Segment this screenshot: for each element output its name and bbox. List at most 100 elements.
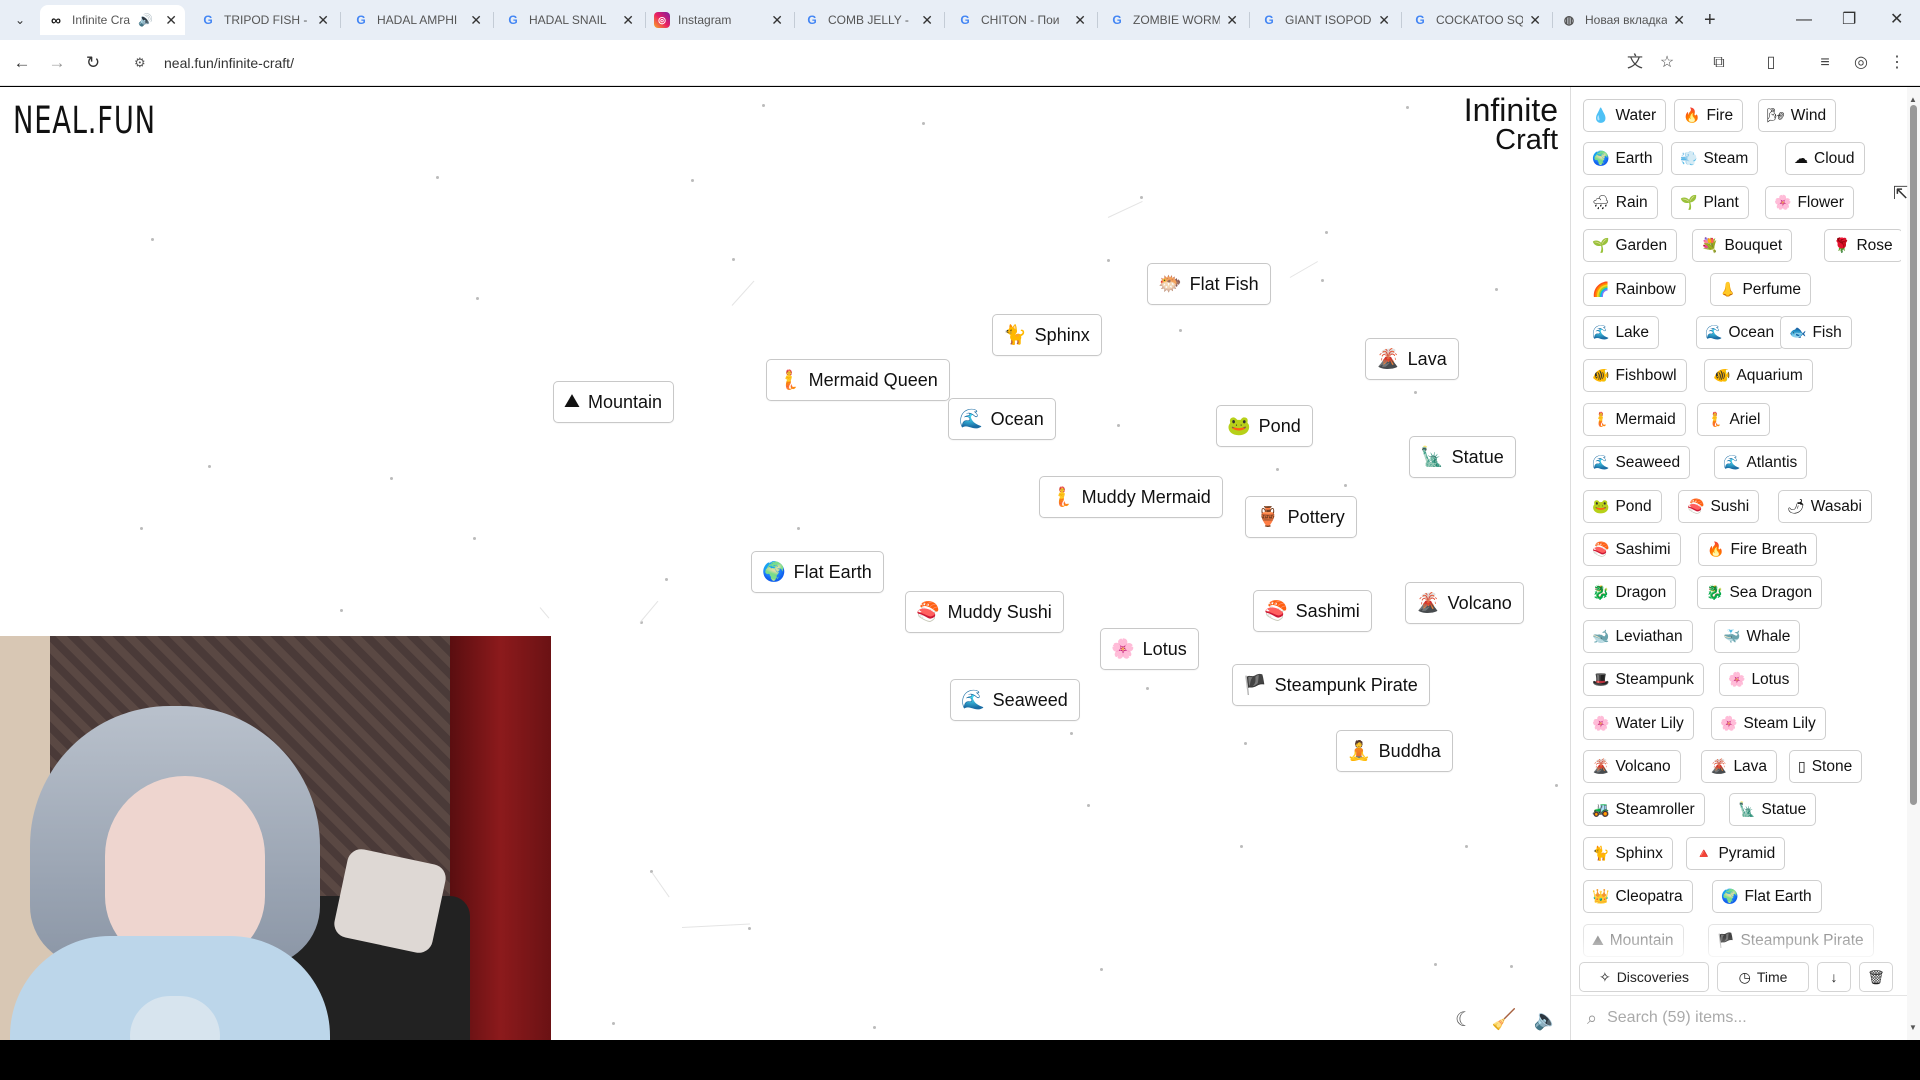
forward-arrow-icon[interactable]: → [44, 50, 70, 76]
canvas-element[interactable]: 🏴 Steampunk Pirate [1232, 664, 1430, 706]
minimize-icon[interactable]: — [1796, 8, 1812, 32]
search-input[interactable] [1607, 1009, 1858, 1027]
sidebar-item[interactable]: 🔥 Fire Breath [1698, 533, 1818, 566]
scroll-up-icon[interactable]: ▲ [1909, 95, 1917, 104]
profile-icon[interactable]: ◎ [1850, 52, 1872, 74]
sidebar-item[interactable]: 🌋 Volcano [1583, 750, 1681, 783]
sidebar-scrollbar[interactable]: ▲ ▼ [1907, 87, 1920, 1040]
sidebar-item[interactable]: 🍣 Sashimi [1583, 533, 1681, 566]
sidebar-item[interactable]: 🌱 Plant [1671, 186, 1749, 219]
media-queue-icon[interactable]: ≡ [1814, 52, 1836, 74]
canvas-element[interactable]: 🌍 Flat Earth [751, 551, 884, 593]
sidebar-item[interactable]: 🐸 Pond [1583, 490, 1662, 523]
sidebar-item[interactable]: 💐 Bouquet [1692, 229, 1793, 262]
canvas-element[interactable]: 🍣 Sashimi [1253, 590, 1372, 632]
close-window-icon[interactable]: ✕ [1890, 8, 1903, 32]
sidebar-item[interactable]: 🌶 Wasabi [1778, 490, 1872, 523]
clear-broom-icon[interactable]: 🧹 [1490, 1007, 1518, 1033]
sidebar-item[interactable]: 🧜 Mermaid [1583, 403, 1686, 436]
canvas-element[interactable]: 🌊 Ocean [948, 398, 1056, 440]
browser-tab[interactable]: ∞ Infinite Cra 🔊 ✕ [40, 5, 185, 35]
sort-time-button[interactable]: ◷ Time [1717, 962, 1809, 992]
canvas-element[interactable]: 🌸 Lotus [1100, 628, 1199, 670]
bookmark-star-icon[interactable]: ☆ [1656, 52, 1678, 74]
tab-close-icon[interactable]: ✕ [1378, 12, 1390, 29]
new-tab-button[interactable]: + [1704, 8, 1716, 32]
canvas-element[interactable]: 🌋 Lava [1365, 338, 1459, 380]
tab-close-icon[interactable]: ✕ [317, 12, 329, 29]
tab-close-icon[interactable]: ✕ [921, 12, 933, 29]
translate-icon[interactable]: 文 [1624, 52, 1646, 74]
tab-search-chevron-icon[interactable]: ⌄ [8, 8, 32, 32]
canvas-element[interactable]: 🌋 Volcano [1405, 582, 1524, 624]
canvas-element[interactable]: 🏺 Pottery [1245, 496, 1357, 538]
browser-tab[interactable]: ◍ Новая вкладка ✕ [1553, 5, 1693, 35]
sidebar-item[interactable]: 🔥 Fire [1674, 99, 1744, 132]
sidebar-item[interactable]: 🚜 Steamroller [1583, 793, 1705, 826]
dark-mode-moon-icon[interactable]: ☾ [1450, 1007, 1478, 1033]
sidebar-item[interactable]: ☁ Cloud [1785, 142, 1865, 175]
sidebar-item[interactable]: 🔺 Pyramid [1686, 837, 1786, 870]
tab-audio-icon[interactable]: 🔊 [138, 13, 153, 27]
sidebar-item[interactable]: 💨 Steam [1671, 142, 1759, 175]
canvas-element[interactable]: 🧘 Buddha [1336, 730, 1453, 772]
sidebar-item[interactable]: 🎩 Steampunk [1583, 663, 1704, 696]
tab-close-icon[interactable]: ✕ [771, 12, 783, 29]
canvas-element[interactable]: 🍣 Muddy Sushi [905, 591, 1064, 633]
sidebar-item[interactable]: 🌊 Lake [1583, 316, 1660, 349]
sidebar-item[interactable]: 🧜 Ariel [1697, 403, 1771, 436]
tab-close-icon[interactable]: ✕ [1673, 12, 1685, 29]
menu-kebab-icon[interactable]: ⋮ [1886, 52, 1908, 74]
sidebar-item[interactable]: 🐠 Aquarium [1704, 359, 1813, 392]
tab-close-icon[interactable]: ✕ [165, 12, 177, 29]
sidebar-item[interactable]: 🐠 Fishbowl [1583, 359, 1687, 392]
neal-fun-logo[interactable]: NEAL.FUN [13, 99, 156, 142]
browser-tab[interactable]: G TRIPOD FISH - ✕ [192, 5, 337, 35]
browser-tab[interactable]: ◎ Instagram ✕ [646, 5, 791, 35]
reload-icon[interactable]: ↻ [80, 50, 106, 76]
sidebar-item[interactable]: 🌊 Atlantis [1714, 446, 1808, 479]
items-list[interactable]: 💧 Water 🔥 Fire 🌬 Wind 🌍 Earth 💨 Steam ☁ Cloud 🌧 Rain 🌱… [1583, 99, 1901, 967]
canvas-element[interactable]: 🐈 Sphinx [992, 314, 1102, 356]
canvas-element[interactable]: 🧜 Muddy Mermaid [1039, 476, 1223, 518]
tab-close-icon[interactable]: ✕ [1226, 12, 1238, 29]
browser-tab[interactable]: G GIANT ISOPOD ✕ [1253, 5, 1398, 35]
extensions-icon[interactable]: ⧉ [1708, 52, 1730, 74]
sidebar-item[interactable]: 🐋 Leviathan [1583, 620, 1693, 653]
back-arrow-icon[interactable]: ← [9, 50, 35, 76]
sidebar-item[interactable]: 👃 Perfume [1710, 273, 1812, 306]
delete-button[interactable]: 🗑 [1859, 962, 1893, 992]
canvas-element[interactable]: 🐡 Flat Fish [1147, 263, 1271, 305]
scroll-thumb[interactable] [1910, 105, 1917, 805]
sidebar-item[interactable]: 🗽 Statue [1729, 793, 1817, 826]
sidebar-item[interactable]: 🌬 Wind [1758, 99, 1837, 132]
canvas-element[interactable]: 🗽 Statue [1409, 436, 1516, 478]
sound-speaker-icon[interactable]: 🔈 [1532, 1007, 1560, 1033]
canvas-element[interactable]: 🐸 Pond [1216, 405, 1313, 447]
tab-close-icon[interactable]: ✕ [622, 12, 634, 29]
sidebar-item[interactable]: 🌊 Ocean [1696, 316, 1785, 349]
browser-tab[interactable]: G ZOMBIE WORM ✕ [1101, 5, 1246, 35]
canvas-element[interactable]: 🧜 Mermaid Queen [766, 359, 950, 401]
restore-icon[interactable]: ❐ [1842, 8, 1856, 32]
browser-tab[interactable]: G CHITON - Пои ✕ [949, 5, 1094, 35]
sidebar-item[interactable]: 🌍 Earth [1583, 142, 1663, 175]
sidebar-item[interactable]: 🌸 Flower [1765, 186, 1854, 219]
sidebar-item[interactable]: 🌧 Rain [1583, 186, 1658, 219]
sidebar-item[interactable]: 🌸 Steam Lily [1711, 707, 1826, 740]
scroll-down-icon[interactable]: ▼ [1909, 1023, 1917, 1032]
reading-mode-icon[interactable]: ▯ [1760, 52, 1782, 74]
sidebar-item[interactable]: 🌊 Seaweed [1583, 446, 1691, 479]
sidebar-item[interactable]: 🌸 Water Lily [1583, 707, 1694, 740]
sidebar-item[interactable]: ▯ Stone [1789, 750, 1863, 783]
sidebar-item[interactable]: 👑 Cleopatra [1583, 880, 1693, 913]
tab-close-icon[interactable]: ✕ [470, 12, 482, 29]
canvas-element[interactable]: 🌊 Seaweed [950, 679, 1080, 721]
sidebar-item[interactable]: 🌸 Lotus [1719, 663, 1800, 696]
canvas-element[interactable]: ⛰ Mountain [553, 381, 675, 423]
sort-direction-button[interactable]: ↓ [1817, 962, 1851, 992]
sidebar-item[interactable]: 🌋 Lava [1701, 750, 1778, 783]
browser-tab[interactable]: G HADAL SNAIL ✕ [497, 5, 642, 35]
site-info-icon[interactable]: ⚙ [134, 55, 154, 71]
sidebar-item[interactable]: 🐉 Dragon [1583, 576, 1677, 609]
